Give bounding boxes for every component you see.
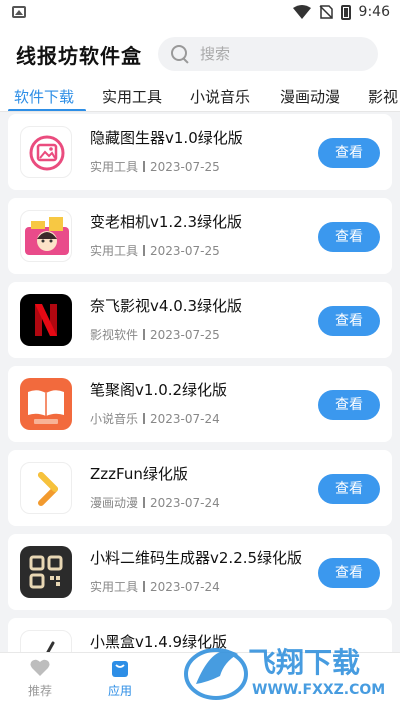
list-item[interactable]: ZzzFun绿化版 漫画动漫 2023-07-24 查看 [8, 450, 392, 526]
wifi-icon [292, 5, 311, 19]
site-watermark: 飞翔下载 WWW.FXXZ.COM [180, 632, 398, 708]
app-header: 线报坊软件盒 [0, 28, 400, 80]
list-item[interactable]: 隐藏图生器v1.0绿化版 实用工具 2023-07-25 查看 [8, 114, 392, 190]
app-name: ZzzFun绿化版 [90, 465, 188, 483]
view-button[interactable]: 查看 [318, 474, 380, 504]
nav-label: 推荐 [27, 684, 52, 698]
app-category: 小说音乐 [90, 412, 139, 426]
app-date: 2023-07-24 [150, 579, 220, 594]
app-title: 线报坊软件盒 [16, 44, 142, 68]
app-date: 2023-07-24 [150, 411, 220, 426]
no-sim-icon [319, 5, 333, 19]
nav-label: 应用 [107, 684, 132, 698]
app-list: 隐藏图生器v1.0绿化版 实用工具 2023-07-25 查看 变老相机v1.2.… [0, 112, 400, 652]
app-name: 变老相机v1.2.3绿化版 [90, 213, 243, 231]
book-icon [20, 378, 72, 430]
category-tabs: 软件下载 实用工具 小说音乐 漫画动漫 影视 [0, 80, 400, 112]
app-date: 2023-07-25 [150, 159, 220, 174]
app-name: 笔聚阁v1.0.2绿化版 [90, 381, 228, 399]
app-category: 实用工具 [90, 244, 139, 258]
chevron-play-icon [20, 462, 72, 514]
heart-icon [30, 659, 50, 676]
view-button[interactable]: 查看 [318, 306, 380, 336]
app-meta: 影视软件 2023-07-25 [90, 326, 220, 343]
app-meta: 实用工具 2023-07-24 [90, 578, 220, 595]
nav-apps[interactable]: 应用 [85, 657, 155, 699]
watermark-url: WWW.FXXZ.COM [252, 682, 385, 698]
app-category: 影视软件 [90, 328, 139, 342]
view-button[interactable]: 查看 [318, 558, 380, 588]
qrcode-icon [20, 546, 72, 598]
app-category: 漫画动漫 [90, 496, 139, 510]
search-icon [170, 44, 190, 64]
tab-novel-music[interactable]: 小说音乐 [190, 86, 250, 107]
status-bar: 9:46 [0, 0, 400, 28]
app-name: 隐藏图生器v1.0绿化版 [90, 129, 243, 147]
view-button[interactable]: 查看 [318, 390, 380, 420]
netflix-n-icon [20, 294, 72, 346]
app-meta: 实用工具 2023-07-25 [90, 158, 220, 175]
app-date: 2023-07-25 [150, 327, 220, 342]
image-frame-icon [20, 126, 72, 178]
tab-movies[interactable]: 影视 [368, 86, 398, 107]
tab-utilities[interactable]: 实用工具 [102, 86, 162, 107]
tab-software-download[interactable]: 软件下载 [14, 86, 74, 107]
gallery-notification-icon [12, 6, 26, 18]
view-button[interactable]: 查看 [318, 138, 380, 168]
app-name: 奈飞影视v4.0.3绿化版 [90, 297, 243, 315]
watermark-text: 飞翔下载 [248, 646, 360, 679]
app-category: 实用工具 [90, 160, 139, 174]
list-item[interactable]: 笔聚阁v1.0.2绿化版 小说音乐 2023-07-24 查看 [8, 366, 392, 442]
app-meta: 小说音乐 2023-07-24 [90, 410, 220, 427]
search-input[interactable] [200, 45, 350, 63]
app-name: 小料二维码生成器v2.2.5绿化版 [90, 549, 303, 567]
list-item[interactable]: 变老相机v1.2.3绿化版 实用工具 2023-07-25 查看 [8, 198, 392, 274]
list-item[interactable]: 奈飞影视v4.0.3绿化版 影视软件 2023-07-25 查看 [8, 282, 392, 358]
camera-face-icon [20, 210, 72, 262]
app-date: 2023-07-25 [150, 243, 220, 258]
view-button[interactable]: 查看 [318, 222, 380, 252]
nav-recommend[interactable]: 推荐 [5, 657, 75, 699]
app-meta: 实用工具 2023-07-25 [90, 242, 220, 259]
pen-icon [20, 630, 72, 652]
list-item[interactable]: 小料二维码生成器v2.2.5绿化版 实用工具 2023-07-24 查看 [8, 534, 392, 610]
search-bar[interactable] [158, 37, 378, 71]
app-meta: 漫画动漫 2023-07-24 [90, 494, 220, 511]
app-category: 实用工具 [90, 580, 139, 594]
tab-comics-anime[interactable]: 漫画动漫 [280, 86, 340, 107]
battery-icon [340, 4, 351, 20]
status-time: 9:46 [358, 4, 390, 20]
bag-icon [112, 661, 128, 677]
app-date: 2023-07-24 [150, 495, 220, 510]
